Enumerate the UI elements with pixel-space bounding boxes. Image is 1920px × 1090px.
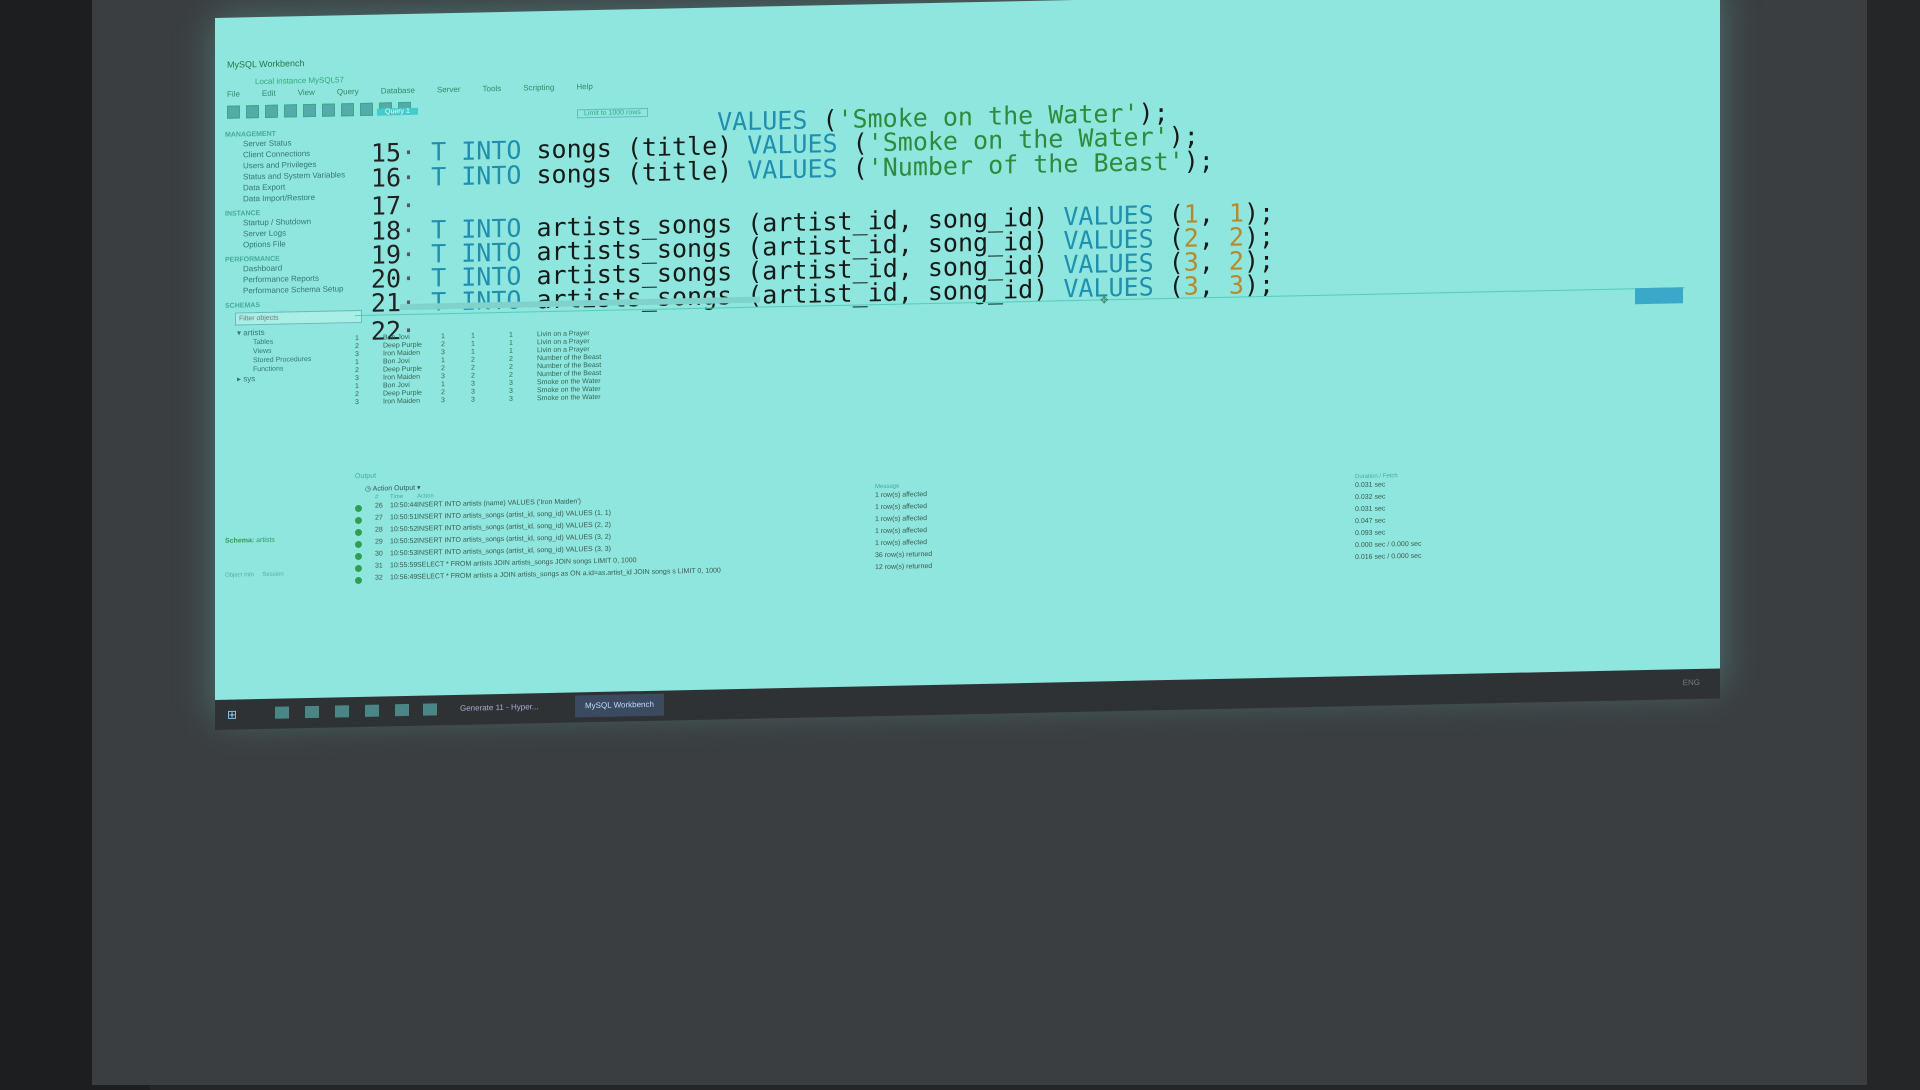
output-time: 10:50:53 (390, 549, 418, 558)
output-time: 10:55:59 (390, 561, 418, 570)
sql-number: 3 (1228, 270, 1244, 300)
output-num: 28 (375, 526, 383, 534)
table-cell: 3 (509, 395, 513, 403)
output-duration: 0.093 sec (1355, 529, 1386, 538)
session-tab[interactable]: Session (262, 572, 283, 578)
output-header-duration: Duration / Fetch (1355, 473, 1398, 481)
output-message: 12 row(s) returned (875, 562, 933, 572)
edge-icon[interactable] (275, 706, 289, 719)
new-sql-tab-icon[interactable] (227, 105, 240, 119)
output-header-time: Time (390, 494, 404, 501)
success-check-icon (355, 564, 362, 573)
schema-filter-input[interactable] (235, 309, 362, 326)
schema-name-sys: sys (243, 374, 256, 384)
output-duration: 0.032 sec (1355, 493, 1386, 502)
output-time: 10:50:52 (390, 525, 418, 534)
sql-string: 'Number of the Beast' (867, 146, 1184, 183)
app-icon[interactable] (423, 703, 437, 716)
table-cell: Smoke on the Water (537, 393, 601, 403)
output-duration: 0.016 sec / 0.000 sec (1355, 552, 1422, 562)
menu-item-server[interactable]: Server (437, 85, 461, 94)
menu-item-file[interactable]: File (227, 89, 240, 98)
menu-item-tools[interactable]: Tools (483, 84, 502, 93)
success-check-icon (355, 528, 362, 537)
success-check-icon (355, 516, 362, 525)
output-time: 10:56:49 (390, 573, 418, 582)
sql-keyword-values: VALUES (747, 153, 838, 185)
output-duration: 0.047 sec (1355, 517, 1386, 526)
output-header-num: # (375, 494, 379, 501)
output-message: 1 row(s) affected (875, 515, 928, 524)
splitter-handle-icon[interactable]: ✥ (1100, 295, 1108, 306)
app-icon[interactable] (335, 705, 349, 718)
output-message: 1 row(s) affected (875, 539, 928, 548)
output-duration: 0.000 sec / 0.000 sec (1355, 540, 1422, 550)
taskbar-app-button[interactable]: MySQL Workbench (575, 693, 664, 718)
status-bar: Object Info Session (225, 572, 284, 579)
fold-marker: · (401, 162, 417, 193)
menu-item-query[interactable]: Query (337, 87, 359, 96)
app-icon[interactable] (365, 704, 379, 717)
create-view-icon[interactable] (322, 103, 335, 117)
output-duration: 0.031 sec (1355, 481, 1386, 490)
inspector-icon[interactable] (265, 104, 278, 118)
table-cell: 3 (441, 397, 445, 405)
schema-info-value: artists (256, 536, 275, 545)
output-num: 31 (375, 562, 383, 570)
line-number: 16 (370, 163, 401, 193)
output-action: INSERT INTO artists (name) VALUES ('Iron… (417, 498, 581, 509)
taskbar-app-button[interactable]: Generate 11 - Hyper... (450, 696, 549, 720)
output-num: 32 (375, 574, 383, 582)
output-num: 26 (375, 502, 383, 510)
output-panel-label: Output (355, 472, 377, 481)
success-check-icon (355, 504, 362, 513)
output-time: 10:50:44 (390, 501, 418, 510)
success-check-icon (355, 552, 362, 561)
table-cell: 3 (471, 396, 475, 404)
menu-item-view[interactable]: View (298, 88, 315, 97)
success-check-icon (355, 540, 362, 549)
create-procedure-icon[interactable] (341, 103, 354, 117)
sql-keyword: T INTO (431, 160, 522, 192)
success-check-icon (355, 576, 362, 585)
output-num: 27 (375, 514, 383, 522)
output-num: 29 (375, 538, 383, 546)
output-message: 1 row(s) affected (875, 527, 928, 536)
output-duration: 0.031 sec (1355, 505, 1386, 514)
schema-name: artists (243, 327, 265, 338)
output-message: 1 row(s) affected (875, 491, 928, 500)
create-schema-icon[interactable] (284, 104, 297, 118)
schema-info: Schema: artists (225, 536, 275, 545)
menu-item-edit[interactable]: Edit (262, 89, 276, 98)
menu-item-database[interactable]: Database (381, 86, 415, 96)
create-table-icon[interactable] (303, 103, 316, 118)
sql-number: 3 (1183, 271, 1199, 301)
sql-table: songs (536, 158, 612, 190)
table-cell: 3 (355, 398, 359, 407)
output-num: 30 (375, 550, 383, 558)
output-type-select[interactable]: ◷ Action Output ▾ (365, 484, 421, 493)
output-time: 10:50:52 (390, 537, 418, 546)
output-time: 10:50:51 (390, 513, 418, 522)
result-grid: 1 Bon Jovi 1 1 1 Livin on a Prayer 2 Deep Purpl… (355, 329, 655, 435)
menu-item-help[interactable]: Help (576, 82, 592, 91)
table-cell: Iron Maiden (383, 397, 420, 406)
fold-marker: · (401, 287, 417, 318)
output-message: 1 row(s) affected (875, 503, 928, 512)
windows-start-icon[interactable]: ⊞ (227, 708, 237, 722)
open-sql-file-icon[interactable] (246, 105, 259, 119)
sql-punct: ); (1183, 146, 1214, 176)
folder-icon[interactable] (395, 703, 409, 717)
object-info-tab[interactable]: Object Info (225, 572, 254, 579)
connection-tab[interactable]: Local instance MySQL57 (255, 75, 344, 86)
output-message: 36 row(s) returned (875, 550, 933, 560)
workbench-window: MySQL Workbench —□✕ Local instance MySQL… (215, 0, 1720, 719)
output-header-action: Action (417, 493, 434, 500)
store-icon[interactable] (305, 705, 319, 719)
output-header-message: Message (875, 483, 900, 491)
result-grid-side-button[interactable] (1635, 287, 1683, 305)
sql-columns: (title) (626, 156, 733, 188)
menu-item-scripting[interactable]: Scripting (523, 83, 554, 93)
system-tray[interactable]: ENG (1683, 678, 1700, 687)
